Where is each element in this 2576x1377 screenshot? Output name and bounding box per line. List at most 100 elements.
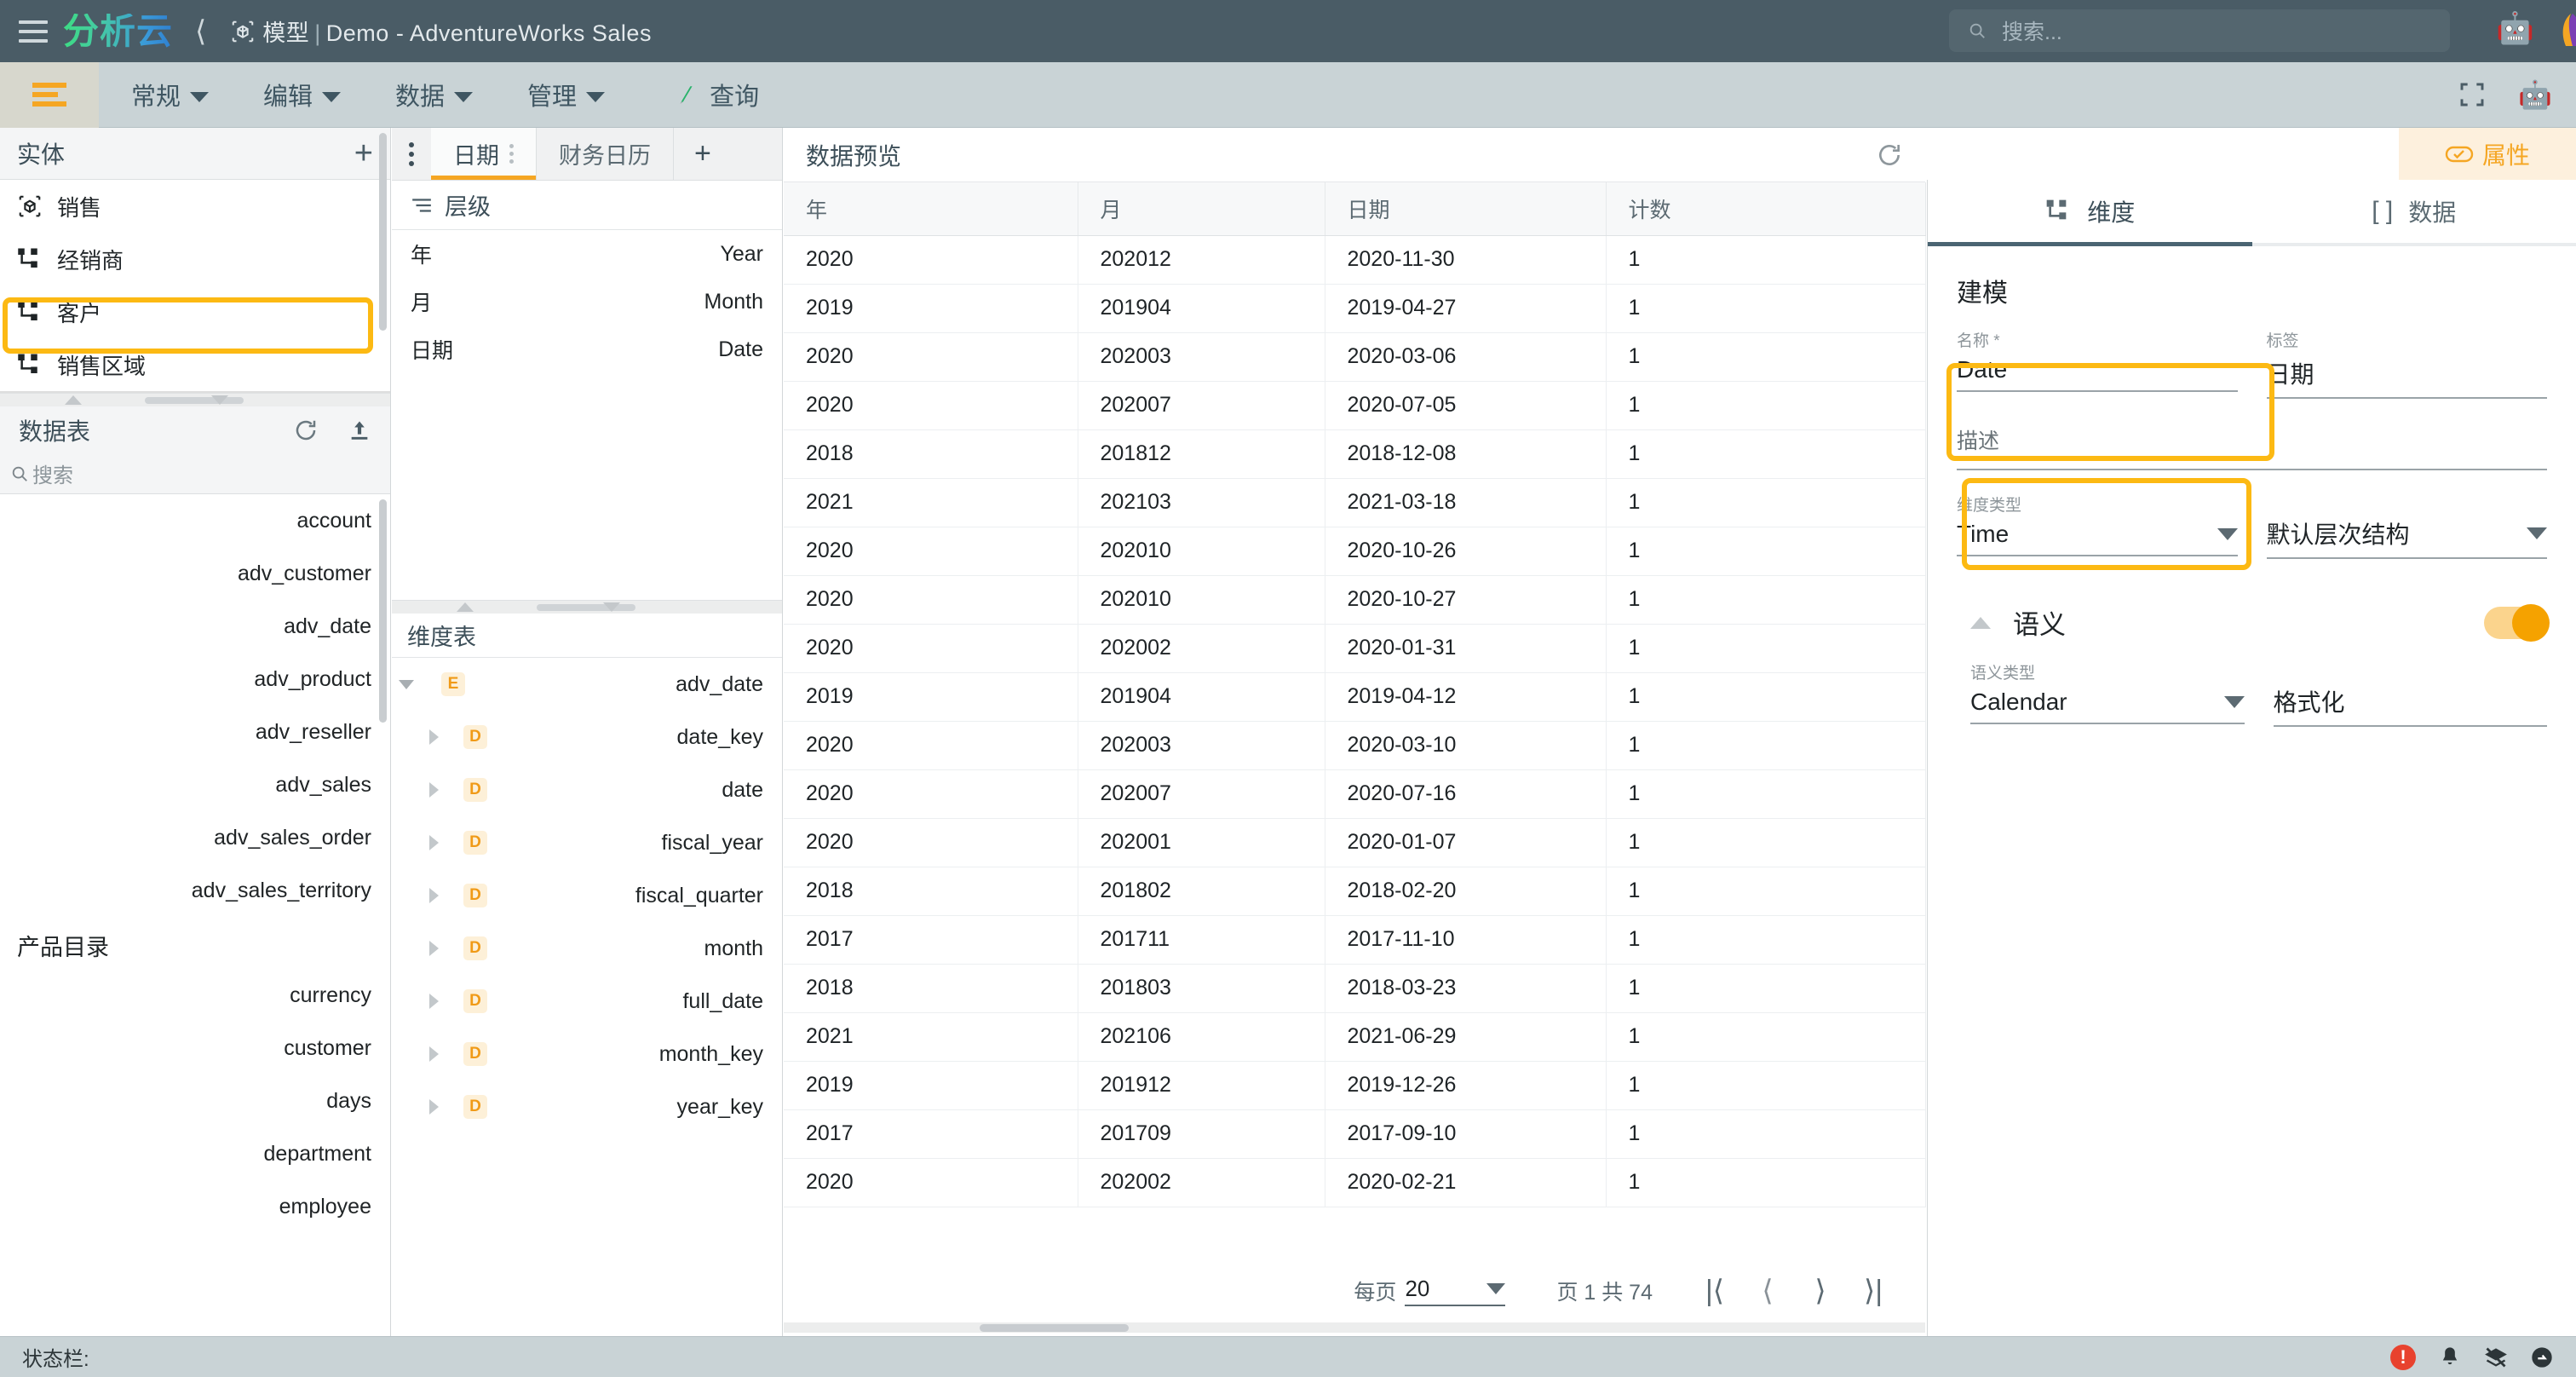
next-page-icon[interactable]: ⟩ xyxy=(1794,1274,1847,1308)
upload-icon[interactable] xyxy=(348,418,371,443)
table-row[interactable]: 20172017092017-09-101 xyxy=(784,1109,1925,1158)
hierarchy-level-row[interactable]: 日期Date xyxy=(392,326,782,373)
datatable-list-item[interactable]: adv_date xyxy=(0,600,390,653)
tab-dimension[interactable]: 维度 xyxy=(1928,180,2252,243)
catalog-list-item[interactable]: department xyxy=(0,1127,390,1180)
table-row[interactable]: 20202020022020-02-211 xyxy=(784,1158,1925,1207)
entity-list-item[interactable]: 销售区域 xyxy=(0,338,390,391)
datatable-list-item[interactable]: adv_sales_territory xyxy=(0,864,390,917)
entity-list-item[interactable]: 经销商 xyxy=(0,233,390,285)
robot-icon[interactable]: 🤖 xyxy=(2496,13,2534,43)
table-row[interactable]: 20172017112017-11-101 xyxy=(784,915,1925,964)
catalog-list-item[interactable]: employee xyxy=(0,1180,390,1233)
chevron-down-icon[interactable] xyxy=(392,680,421,689)
entity-list-item[interactable]: 客户 xyxy=(0,285,390,338)
tab-kebab-icon[interactable] xyxy=(509,144,514,164)
chevron-right-icon[interactable] xyxy=(419,941,448,956)
chevron-up-icon[interactable] xyxy=(457,602,474,612)
robot-icon[interactable]: 🤖 xyxy=(2518,78,2552,111)
table-column-header[interactable]: 日期 xyxy=(1325,182,1606,235)
description-field[interactable] xyxy=(1957,455,2547,470)
table-column-header[interactable]: 月 xyxy=(1078,182,1325,235)
hierarchy-level-row[interactable]: 年Year xyxy=(392,230,782,278)
table-row[interactable]: 20202020102020-10-271 xyxy=(784,575,1925,624)
back-chevron-icon[interactable]: ⟨ xyxy=(195,17,206,46)
refresh-icon[interactable] xyxy=(293,418,319,443)
dimension-tree-item[interactable]: Dmonth xyxy=(392,922,782,975)
error-icon[interactable]: ! xyxy=(2390,1345,2416,1370)
chevron-down-icon[interactable] xyxy=(603,602,620,612)
table-row[interactable]: 20192019122019-12-261 xyxy=(784,1061,1925,1109)
refresh-icon[interactable] xyxy=(1876,141,1903,169)
kebab-menu-icon[interactable] xyxy=(392,128,431,180)
menu-grip-icon[interactable] xyxy=(0,62,99,128)
menu-item-edit[interactable]: 编辑 xyxy=(241,77,363,112)
datatables-search-input[interactable]: 搜索 xyxy=(0,453,390,494)
bell-icon[interactable] xyxy=(2438,1345,2462,1369)
chevron-right-icon[interactable] xyxy=(419,835,448,850)
datatable-list-item[interactable]: adv_reseller xyxy=(0,706,390,758)
datatable-list-item[interactable]: adv_customer xyxy=(0,547,390,600)
table-row[interactable]: 20202020102020-10-261 xyxy=(784,527,1925,575)
dimension-tree-item[interactable]: Dfiscal_quarter xyxy=(392,869,782,922)
add-entity-button[interactable]: + xyxy=(354,137,373,170)
datatable-list-item[interactable]: account xyxy=(0,494,390,547)
format-field[interactable]: 格式化 xyxy=(2274,684,2548,727)
chevron-right-icon[interactable] xyxy=(419,1046,448,1062)
datatable-list-item[interactable]: adv_sales_order xyxy=(0,811,390,864)
table-column-header[interactable]: 计数 xyxy=(1606,182,1925,235)
dimension-type-select[interactable]: Time xyxy=(1957,521,2238,556)
semantics-toggle[interactable] xyxy=(2484,607,2547,639)
table-row[interactable]: 20182018122018-12-081 xyxy=(784,429,1925,478)
menu-item-data[interactable]: 数据 xyxy=(373,77,495,112)
table-row[interactable]: 20202020032020-03-061 xyxy=(784,332,1925,381)
dimension-tree-item[interactable]: Dmonth_key xyxy=(392,1028,782,1080)
scrollbar-thumb[interactable] xyxy=(980,1324,1129,1332)
feather-icon[interactable] xyxy=(2556,12,2576,48)
chevron-up-icon[interactable] xyxy=(65,395,82,405)
datatable-list-item[interactable]: adv_sales xyxy=(0,758,390,811)
tab-date[interactable]: 日期 xyxy=(431,128,537,180)
dimension-tree-item[interactable]: Ddate_key xyxy=(392,711,782,763)
chevron-right-icon[interactable] xyxy=(419,1099,448,1115)
dimension-tree-item[interactable]: Ddate xyxy=(392,763,782,816)
entities-scrollbar[interactable] xyxy=(379,133,387,331)
menu-item-general[interactable]: 常规 xyxy=(109,77,231,112)
page-size-select[interactable]: 20 xyxy=(1405,1276,1505,1306)
hierarchy-level-row[interactable]: 月Month xyxy=(392,278,782,326)
datatables-scrollbar[interactable] xyxy=(379,499,387,723)
table-row[interactable]: 20202020022020-01-311 xyxy=(784,624,1925,672)
last-page-icon[interactable]: ⟩| xyxy=(1847,1274,1900,1308)
add-tab-button[interactable]: + xyxy=(674,128,732,180)
search-input[interactable]: 搜索... xyxy=(1949,9,2450,52)
catalog-list-item[interactable]: days xyxy=(0,1075,390,1127)
hamburger-icon[interactable] xyxy=(19,20,48,43)
arrow-circle-icon[interactable] xyxy=(2530,1345,2554,1369)
default-hierarchy-select[interactable]: 默认层次结构 xyxy=(2267,516,2548,559)
chevron-down-icon[interactable] xyxy=(211,395,228,405)
table-row[interactable]: 20202020072020-07-051 xyxy=(784,381,1925,429)
datatable-list-item[interactable]: adv_product xyxy=(0,653,390,706)
splitter-grip[interactable] xyxy=(145,397,244,404)
splitter-grip[interactable] xyxy=(537,604,635,611)
mid-panel-splitter[interactable] xyxy=(392,600,782,614)
chevron-right-icon[interactable] xyxy=(419,994,448,1009)
first-page-icon[interactable]: |⟨ xyxy=(1688,1274,1741,1308)
catalog-list-item[interactable]: currency xyxy=(0,969,390,1022)
table-row[interactable]: 20212021032021-03-181 xyxy=(784,478,1925,527)
tab-fiscal-calendar[interactable]: 财务日历 xyxy=(537,128,674,180)
semantic-type-select[interactable]: Calendar xyxy=(1970,688,2245,724)
menu-item-manage[interactable]: 管理 xyxy=(505,77,627,112)
chevron-right-icon[interactable] xyxy=(419,729,448,745)
table-row[interactable]: 20202020032020-03-101 xyxy=(784,721,1925,769)
table-column-header[interactable]: 年 xyxy=(784,182,1078,235)
tag-field[interactable]: 日期 xyxy=(2267,356,2548,399)
table-row[interactable]: 20192019042019-04-121 xyxy=(784,672,1925,721)
table-row[interactable]: 20192019042019-04-271 xyxy=(784,284,1925,332)
table-row[interactable]: 20182018022018-02-201 xyxy=(784,867,1925,915)
properties-tab-button[interactable]: 属性 xyxy=(2399,128,2576,180)
layers-off-icon[interactable] xyxy=(2484,1345,2508,1369)
name-field[interactable]: Date xyxy=(1957,356,2238,392)
prev-page-icon[interactable]: ⟨ xyxy=(1741,1274,1794,1308)
catalog-list-item[interactable]: customer xyxy=(0,1022,390,1075)
